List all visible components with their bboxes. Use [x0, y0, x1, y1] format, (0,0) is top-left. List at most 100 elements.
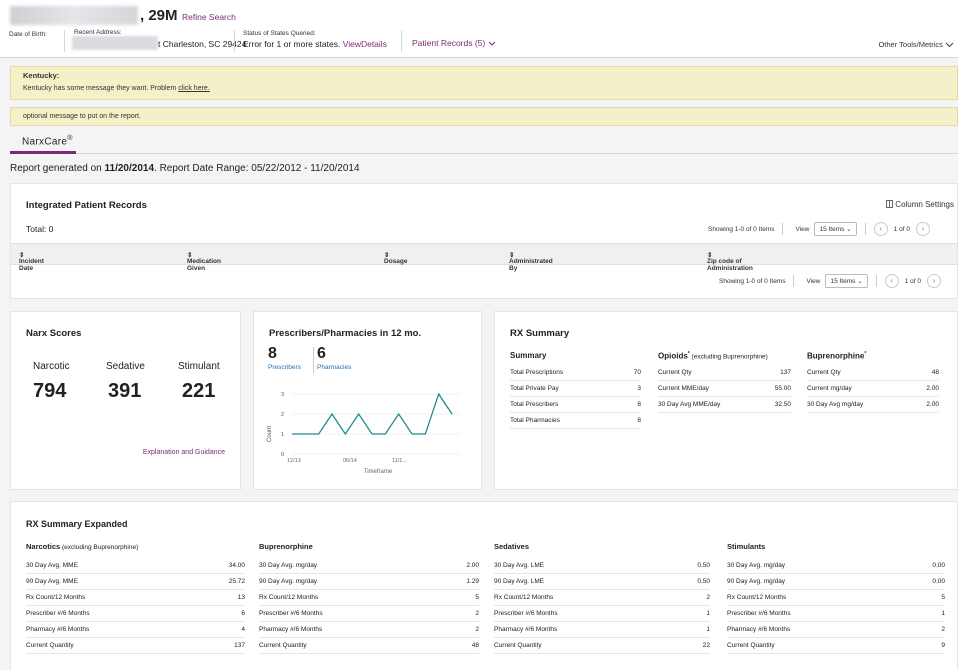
row-label: 90 Day Avg. LME [494, 578, 545, 585]
expanded-section-title: Narcotics (excluding Buprenorphine) [26, 542, 138, 551]
section-title: Stimulants [727, 542, 766, 551]
items-per-page-value: 15 Items [819, 226, 845, 233]
view-label: View [806, 277, 821, 285]
summary-row: Total Private Pay 3 [510, 381, 641, 397]
sedative-score: 391 [108, 380, 142, 402]
patient-records-label: Patient Records (5) [412, 38, 486, 48]
column-label: Administrated By [509, 258, 553, 272]
tab-label: NarxCare [22, 136, 68, 148]
row-label: 30 Day Avg. mg/day [727, 562, 786, 569]
column-header-administrated-by[interactable]: Administrated By ⇕ [509, 251, 553, 272]
row-label: Pharmacy #/6 Months [26, 626, 90, 633]
expanded-row: Rx Count/12 Months 2 [494, 590, 710, 606]
pager-divider [793, 275, 795, 287]
row-label: Prescriber #/6 Months [727, 610, 791, 617]
chart-x-tick: 06/14 [343, 458, 357, 464]
row-label: 90 Day Avg. MME [26, 578, 78, 585]
prev-page-button[interactable]: ‹ [884, 274, 899, 288]
chart-x-tick: 11/1… [392, 458, 408, 464]
table-header: Incident Date ⇕ Medication Given ⇕ Dosag… [11, 243, 957, 272]
expanded-row: Current Quantity 137 [26, 638, 245, 654]
banner-message: Kentucky has some message they want. Pro… [23, 85, 210, 92]
other-tools-label: Other Tools/Metrics [878, 40, 943, 49]
expanded-row: 90 Day Avg. MME 25.72 [26, 574, 245, 590]
integrated-patient-records-card: Integrated Patient Records Column Settin… [10, 183, 958, 299]
banner-title: Kentucky: [23, 71, 60, 80]
prescribers-link[interactable]: Prescribers [268, 364, 301, 371]
chart-y-tick: 2 [281, 412, 284, 418]
click-here-link[interactable]: click here. [178, 85, 210, 92]
row-value: 48 [471, 642, 479, 649]
row-label: Current Qty [807, 369, 841, 376]
row-value: 2 [706, 594, 710, 601]
expanded-row: Pharmacy #/6 Months 1 [494, 622, 710, 638]
patient-records-dropdown[interactable]: Patient Records (5) [412, 38, 496, 48]
row-value: 2 [941, 626, 945, 633]
prescriber-line-chart: Count Timeframe 0 1 2 3 12/13 06/14 11/1… [267, 392, 460, 475]
summary-row: Total Pharmacies 8 [510, 413, 641, 429]
expanded-row: Current Quantity 22 [494, 638, 710, 654]
column-header-medication[interactable]: Medication Given ⇕ [187, 251, 221, 272]
row-label: 30 Day Avg MME/day [658, 401, 721, 408]
card-title: Integrated Patient Records [26, 200, 147, 211]
stimulant-label: Stimulant [178, 361, 220, 372]
column-header-dosage[interactable]: Dosage ⇕ [384, 251, 407, 265]
status-text: Error for 1 or more states. [243, 39, 341, 49]
banner-text: Kentucky has some message they want. Pro… [23, 85, 177, 92]
pagination-bottom: Showing 1-0 of 0 Items View 15 Items ⌄ ‹… [719, 274, 941, 288]
next-page-button[interactable]: › [915, 222, 930, 236]
address-redacted [72, 36, 158, 50]
expanded-row: 90 Day Avg. mg/day 0.00 [727, 574, 945, 590]
buprenorphine-row: Current Qty 48 [807, 365, 939, 381]
section-title: Buprenorphine [259, 542, 313, 551]
view-details-link[interactable]: ViewDetails [343, 39, 387, 49]
row-label: Rx Count/12 Months [494, 594, 554, 601]
footnote-mark: * [864, 351, 867, 357]
expanded-row: 30 Day Avg. MME 34.00 [26, 558, 245, 574]
row-value: 8 [637, 401, 641, 408]
section-subtitle: (excluding Buprenorphine) [60, 544, 139, 551]
patient-header: , 29M Refine Search Date of Birth: Recen… [0, 0, 958, 58]
view-select: View 15 Items ⌄ [806, 274, 868, 288]
rx-summary-expanded-card: RX Summary Expanded Narcotics (excluding… [10, 501, 958, 670]
column-settings-button[interactable]: Column Settings [886, 200, 954, 209]
chart-x-tick: 12/13 [287, 458, 301, 464]
prev-page-button[interactable]: ‹ [873, 222, 888, 236]
row-value: 0.50 [697, 562, 710, 569]
next-page-button[interactable]: › [926, 274, 941, 288]
prescribers-pharmacies-card: Prescribers/Pharmacies in 12 mo. 8 6 Pre… [253, 311, 482, 490]
column-header-zip[interactable]: Zip code of Administration ⇕ [707, 251, 753, 272]
kentucky-banner: Kentucky: Kentucky has some message they… [10, 66, 958, 100]
items-per-page-value: 15 Items [830, 278, 856, 285]
explanation-guidance-link[interactable]: Explanation and Guidance [143, 449, 225, 456]
row-value: 22 [702, 642, 710, 649]
tab-narxcare[interactable]: NarxCare® [22, 135, 73, 147]
registered-mark: ® [67, 135, 73, 142]
chevron-down-icon [488, 41, 495, 46]
expanded-row: Prescriber #/6 Months 1 [494, 606, 710, 622]
chart-y-axis-label: Count [267, 426, 273, 442]
items-per-page-select[interactable]: 15 Items ⌄ [825, 274, 868, 288]
chevron-down-icon [945, 42, 954, 48]
row-value: 1.29 [466, 578, 479, 585]
chart-x-axis-label: Timeframe [364, 469, 393, 475]
patient-age: , 29M [140, 7, 178, 24]
other-tools-dropdown[interactable]: Other Tools/Metrics [878, 40, 954, 49]
page-indicator: 1 of 0 [893, 225, 910, 233]
pharmacies-link[interactable]: Pharmacies [317, 364, 351, 371]
row-value: 1 [706, 610, 710, 617]
prescriber-count: 8 [268, 345, 277, 362]
column-header-incident-date[interactable]: Incident Date ⇕ [19, 251, 44, 272]
optional-banner: optional message to put on the report. [10, 107, 958, 126]
expanded-section-title: Stimulants [727, 542, 765, 551]
pager-divider [782, 223, 784, 235]
expanded-section-title: Buprenorphine [259, 542, 313, 551]
buprenorphine-row: 30 Day Avg mg/day 2.00 [807, 397, 939, 413]
chart-y-tick: 0 [281, 452, 284, 458]
count-divider [313, 347, 314, 373]
chart-y-tick: 3 [281, 392, 284, 398]
pager-divider [864, 223, 866, 235]
refine-search-link[interactable]: Refine Search [182, 12, 236, 22]
summary-row: Total Prescribers 8 [510, 397, 641, 413]
items-per-page-select[interactable]: 15 Items ⌄ [814, 222, 857, 236]
